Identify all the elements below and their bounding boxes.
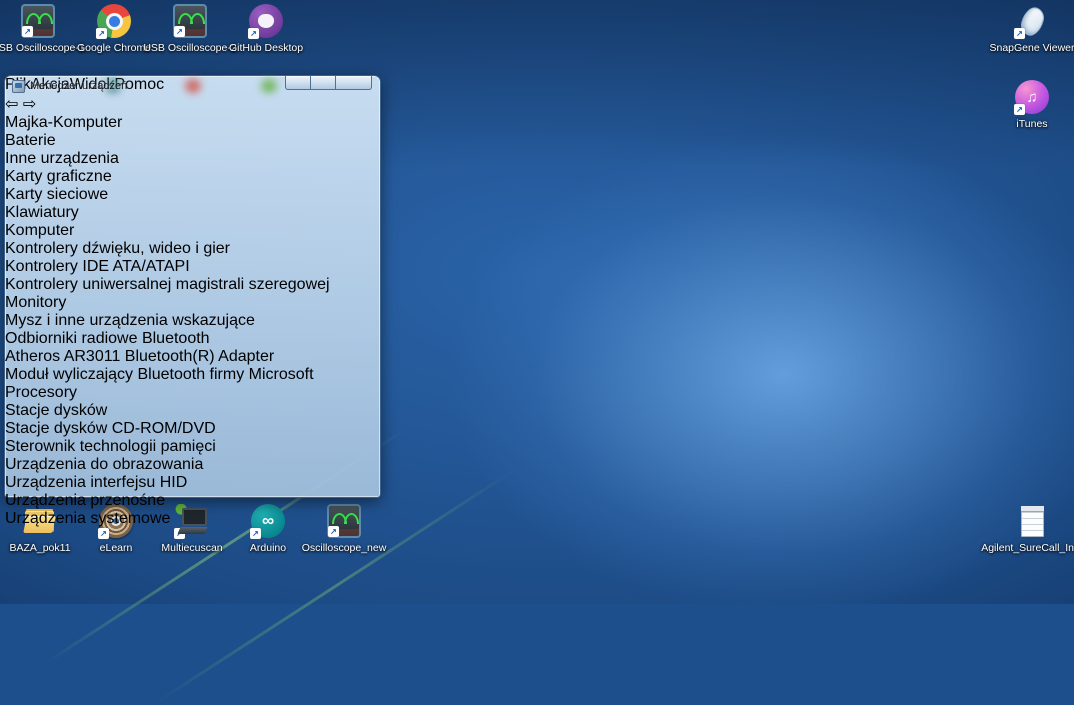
desktop-icon-label: eLearn (99, 542, 133, 554)
maximize-button[interactable] (311, 76, 336, 90)
device-tree-item[interactable]: Stacje dysków CD-ROM/DVD (5, 420, 380, 438)
device-tree-item[interactable]: Inne urządzenia (5, 150, 380, 168)
desktop-icon-label: iTunes (1016, 118, 1048, 130)
window-caption-buttons (285, 76, 372, 90)
desktop-icon-image (96, 4, 131, 39)
desktop-icon-image (1014, 4, 1049, 39)
desktop-icon-label: Multiecuscan (161, 542, 223, 554)
device-tree-item[interactable]: Majka-Komputer (5, 114, 380, 132)
device-tree-item[interactable]: Baterie (5, 132, 380, 150)
forward-icon[interactable]: ⇨ (23, 96, 36, 113)
shortcut-arrow-icon (1014, 104, 1025, 115)
device-manager-window: Menedżer urządzeń PlikAkcjaWidokPomoc ⇦ … (5, 76, 380, 527)
device-manager-app-icon (12, 79, 25, 93)
device-tree-label: Karty graficzne (5, 168, 112, 185)
device-tree-label: Kontrolery dźwięku, wideo i gier (5, 240, 230, 257)
device-tree-item[interactable]: Klawiatury (5, 204, 380, 222)
device-tree-label: Baterie (5, 132, 56, 149)
device-tree-item[interactable]: Kontrolery dźwięku, wideo i gier (5, 240, 380, 258)
desktop-icon-label: Google Chrome (76, 42, 152, 54)
shortcut-arrow-icon (22, 26, 33, 37)
device-tree: Majka-Komputer Baterie Inne urządzenia K… (5, 114, 380, 528)
desktop-icon-image (1014, 80, 1049, 115)
device-tree-label: Klawiatury (5, 204, 79, 221)
desktop-icon-image (1015, 504, 1049, 538)
window-title: Menedżer urządzeń (30, 80, 128, 92)
device-tree-label: Mysz i inne urządzenia wskazujące (5, 312, 255, 329)
device-tree-label: Moduł wyliczający Bluetooth firmy Micros… (5, 366, 314, 383)
shortcut-arrow-icon (1014, 28, 1025, 39)
desktop-icon-label: Agilent_SureCall_In... (981, 542, 1074, 554)
desktop-icon-label: BAZA_pok11 (9, 542, 71, 554)
desktop-icon-label: SnapGene Viewer (989, 42, 1074, 54)
device-tree-label: Urządzenia systemowe (5, 510, 171, 527)
device-tree-label: Sterownik technologii pamięci (5, 438, 216, 455)
device-tree-label: Majka-Komputer (5, 114, 123, 131)
device-tree-label: Urządzenia do obrazowania (5, 456, 204, 473)
desktop-icon-image (248, 4, 283, 39)
toolbar: ⇦ ⇨ (5, 94, 380, 114)
minimize-button[interactable] (285, 76, 311, 90)
device-tree-label: Karty sieciowe (5, 186, 109, 203)
device-tree-item[interactable]: Moduł wyliczający Bluetooth firmy Micros… (5, 366, 380, 384)
device-tree-item[interactable]: Stacje dysków (5, 402, 380, 420)
back-icon[interactable]: ⇦ (5, 96, 18, 113)
desktop-icon[interactable]: SnapGene Viewer (989, 4, 1074, 54)
close-button[interactable] (336, 76, 372, 90)
desktop-icon-image (21, 4, 55, 38)
device-tree-item[interactable]: Karty sieciowe (5, 186, 380, 204)
device-tree-item[interactable]: Kontrolery IDE ATA/ATAPI (5, 258, 380, 276)
device-tree-label: Urządzenia interfejsu HID (5, 474, 188, 491)
device-tree-item[interactable]: Kontrolery uniwersalnej magistrali szere… (5, 276, 380, 294)
device-tree-item[interactable]: Mysz i inne urządzenia wskazujące (5, 312, 380, 330)
device-tree-label: Monitory (5, 294, 67, 311)
device-tree-item[interactable]: Urządzenia do obrazowania (5, 456, 380, 474)
desktop-icon[interactable]: GitHub Desktop (228, 4, 304, 54)
desktop-icon-label: USB Oscilloscope-1 (0, 42, 85, 54)
shortcut-arrow-icon (98, 528, 109, 539)
device-tree-item[interactable]: Odbiorniki radiowe Bluetooth (5, 330, 380, 348)
device-tree-label: Inne urządzenia (5, 150, 119, 167)
device-tree-label: Stacje dysków CD-ROM/DVD (5, 420, 216, 437)
device-tree-label: Kontrolery IDE ATA/ATAPI (5, 258, 190, 275)
shortcut-arrow-icon (248, 28, 259, 39)
desktop-icon-label: Oscilloscope_new (301, 542, 387, 554)
shortcut-arrow-icon (250, 528, 261, 539)
desktop-icons-top-right: SnapGene Viewer iTunes (989, 4, 1074, 130)
device-tree-label: Urządzenia przenośne (5, 492, 166, 509)
desktop-icon-label: USB Oscilloscope-2 (143, 42, 237, 54)
device-tree-label: Kontrolery uniwersalnej magistrali szere… (5, 276, 330, 293)
shortcut-arrow-icon (96, 28, 107, 39)
desktop: USB Oscilloscope-1 Google Chrome USB Osc… (0, 0, 1074, 705)
desktop-icon-label: GitHub Desktop (228, 42, 304, 54)
device-tree-item[interactable]: Urządzenia systemowe (5, 510, 380, 528)
device-tree-item[interactable]: Urządzenia interfejsu HID (5, 474, 380, 492)
desktop-icon[interactable]: USB Oscilloscope-1 (0, 4, 85, 54)
shortcut-arrow-icon (174, 26, 185, 37)
device-tree-item[interactable]: Sterownik technologii pamięci (5, 438, 380, 456)
device-tree-item[interactable]: Procesory (5, 384, 380, 402)
desktop-icon[interactable]: Agilent_SureCall_In... (981, 504, 1074, 554)
device-tree-label: Procesory (5, 384, 78, 401)
desktop-icon-label: Arduino (249, 542, 287, 554)
desktop-icons-top-left: USB Oscilloscope-1 Google Chrome USB Osc… (0, 4, 304, 54)
device-tree-item[interactable]: Atheros AR3011 Bluetooth(R) Adapter (5, 348, 380, 366)
desktop-icon[interactable]: iTunes (990, 80, 1074, 130)
device-tree-item[interactable]: Monitory (5, 294, 380, 312)
device-tree-item[interactable]: Urządzenia przenośne (5, 492, 380, 510)
desktop-icon-image (173, 4, 207, 38)
desktop-icons-bottom-right: Agilent_SureCall_In... (981, 504, 1074, 554)
device-tree-label: Atheros AR3011 Bluetooth(R) Adapter (5, 348, 275, 365)
shortcut-arrow-icon (174, 528, 185, 539)
device-tree-label: Komputer (5, 222, 75, 239)
desktop-icon[interactable]: Google Chrome (76, 4, 152, 54)
desktop-icon[interactable]: USB Oscilloscope-2 (143, 4, 237, 54)
device-tree-label: Odbiorniki radiowe Bluetooth (5, 330, 210, 347)
device-tree-item[interactable]: Komputer (5, 222, 380, 240)
device-tree-item[interactable]: Karty graficzne (5, 168, 380, 186)
device-tree-label: Stacje dysków (5, 402, 108, 419)
